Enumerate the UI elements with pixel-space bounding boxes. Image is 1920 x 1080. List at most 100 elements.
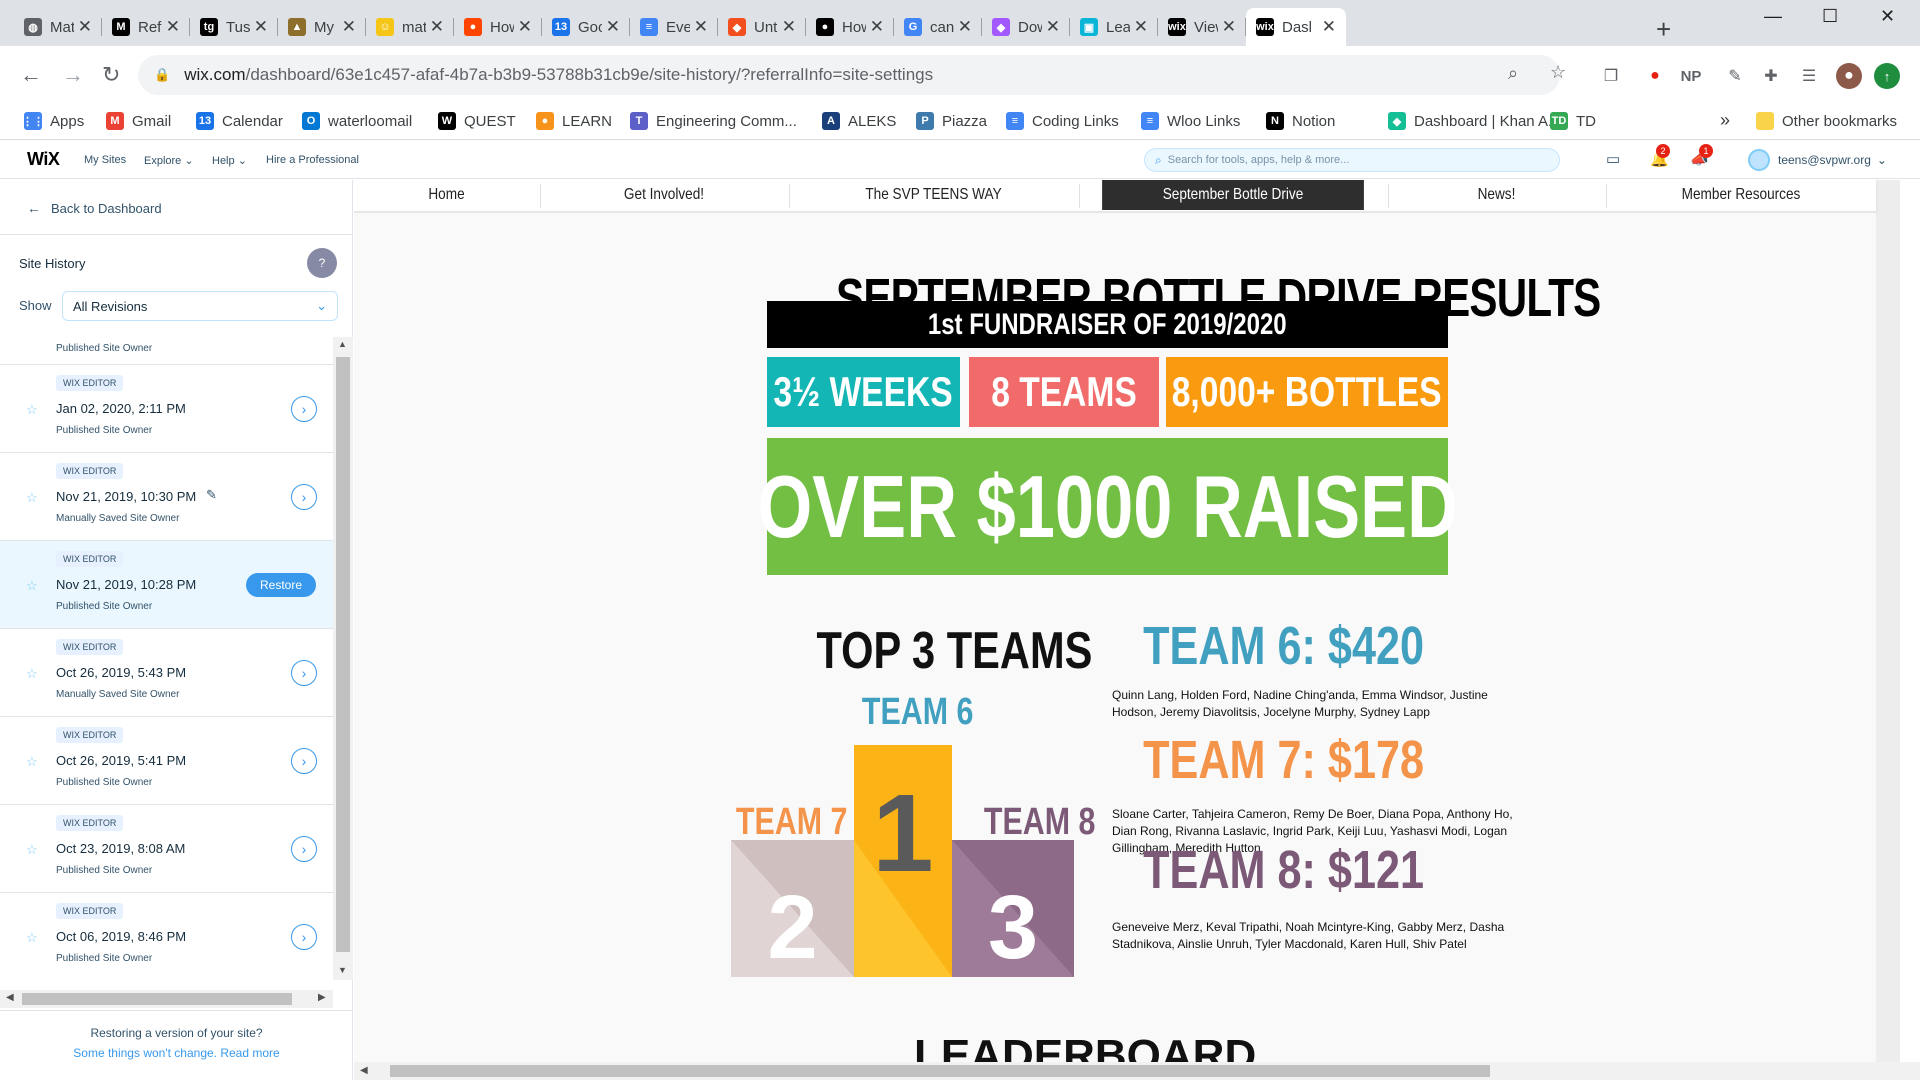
revision-filter-dropdown[interactable]: All Revisions ⌄ — [62, 291, 338, 321]
bookmark-item[interactable]: A ALEKS — [822, 112, 896, 130]
back-to-dashboard-link[interactable]: ← Back to Dashboard — [27, 200, 162, 216]
bookmark-item[interactable]: T Engineering Comm... — [630, 112, 797, 130]
browser-tab[interactable]: ◍ Mat ✕ — [14, 8, 102, 46]
nav-explore[interactable]: Explore ⌄ — [144, 154, 194, 167]
scroll-left-icon[interactable]: ◀ — [360, 1065, 368, 1076]
close-tab-icon[interactable]: ✕ — [166, 17, 180, 37]
site-nav-item[interactable]: Get Involved! — [559, 180, 770, 210]
bookmark-item[interactable]: Owaterloomail — [302, 112, 412, 130]
scroll-up-icon[interactable]: ▲ — [338, 339, 347, 349]
star-icon[interactable]: ☆ — [26, 402, 38, 418]
browser-tab[interactable]: ☺ matl✕ — [366, 8, 454, 46]
scrollbar-thumb[interactable] — [336, 357, 350, 952]
browser-tab[interactable]: ◆ Dow✕ — [982, 8, 1070, 46]
chevron-right-icon[interactable]: › — [291, 748, 317, 774]
browser-tab[interactable]: M Refl✕ — [102, 8, 190, 46]
star-icon[interactable]: ☆ — [26, 490, 38, 506]
other-bookmarks[interactable]: Other bookmarks — [1756, 112, 1897, 130]
bookmark-item[interactable]: P Piazza — [916, 112, 987, 130]
close-tab-icon[interactable]: ✕ — [782, 17, 796, 37]
revision-row[interactable]: WIX EDITOR ☆ Oct 23, 2019, 8:08 AM Publishe… — [0, 805, 333, 893]
star-icon[interactable]: ☆ — [26, 666, 38, 682]
bookmark-item[interactable]: M Gmail — [106, 112, 171, 130]
revision-row[interactable]: WIX EDITOR ☆ Oct 26, 2019, 5:43 PM Manually… — [0, 629, 333, 717]
maximize-icon[interactable]: ☐ — [1822, 6, 1838, 27]
chevron-right-icon[interactable]: › — [291, 484, 317, 510]
bookmark-item[interactable]: W QUEST — [438, 112, 516, 130]
minimize-icon[interactable]: — — [1764, 6, 1782, 27]
bookmark-item[interactable]: 13 Calendar — [196, 112, 283, 130]
close-tab-icon[interactable]: ✕ — [1222, 17, 1236, 37]
browser-tab[interactable]: ▲ My ✕ — [278, 8, 366, 46]
nav-hire-professional[interactable]: Hire a Professional — [266, 154, 359, 166]
chevron-right-icon[interactable]: › — [291, 396, 317, 422]
site-nav-item[interactable]: The SVP TEENS WAY — [811, 180, 1057, 210]
chevron-right-icon[interactable]: › — [291, 924, 317, 950]
nav-help[interactable]: Help ⌄ — [212, 154, 247, 167]
bookmark-item[interactable]: N Notion — [1266, 112, 1335, 130]
close-tab-icon[interactable]: ✕ — [958, 17, 972, 37]
browser-tab[interactable]: 13 Goo✕ — [542, 8, 630, 46]
chevron-right-icon[interactable]: › — [291, 660, 317, 686]
np-extension-icon[interactable]: NP — [1678, 63, 1704, 89]
close-tab-icon[interactable]: ✕ — [1134, 17, 1148, 37]
forward-arrow-icon[interactable]: → — [62, 62, 84, 88]
scrollbar-thumb[interactable] — [390, 1065, 1490, 1077]
close-tab-icon[interactable]: ✕ — [694, 17, 708, 37]
pencil-icon[interactable]: ✎ — [206, 487, 217, 503]
eyedropper-icon[interactable]: ✎ — [1722, 63, 1748, 89]
bookmark-item[interactable]: ● LEARN — [536, 112, 612, 130]
read-more-link[interactable]: Some things won't change. Read more — [0, 1043, 353, 1063]
browser-tab[interactable]: ≡ Ever✕ — [630, 8, 718, 46]
back-arrow-icon[interactable]: ← — [20, 62, 42, 88]
site-nav-item[interactable]: September Bottle Drive — [1102, 180, 1364, 210]
update-icon[interactable]: ↑ — [1874, 63, 1900, 89]
close-tab-icon[interactable]: ✕ — [342, 17, 356, 37]
revision-row[interactable]: WIX EDITOR ☆ Oct 26, 2019, 5:41 PM Publishe… — [0, 717, 333, 805]
bookmark-item[interactable]: ⋮⋮ Apps — [22, 112, 84, 130]
reload-icon[interactable]: ↻ — [102, 62, 120, 88]
browser-tab[interactable]: ▣ Lear✕ — [1070, 8, 1158, 46]
browser-tab[interactable]: ◆ Unti✕ — [718, 8, 806, 46]
close-tab-icon[interactable]: ✕ — [254, 17, 268, 37]
nav-my-sites[interactable]: My Sites — [84, 154, 126, 166]
profile-avatar[interactable]: ● — [1836, 63, 1862, 89]
close-tab-icon[interactable]: ✕ — [518, 17, 532, 37]
site-nav-item[interactable]: Member Resources — [1626, 180, 1856, 210]
revision-list-hscrollbar[interactable]: ◀ ▶ — [0, 990, 333, 1008]
scroll-left-icon[interactable]: ◀ — [6, 992, 14, 1003]
close-tab-icon[interactable]: ✕ — [78, 17, 92, 37]
inbox-icon[interactable]: ▭ — [1606, 150, 1620, 168]
revision-row[interactable]: WIX EDITOR ☆ Nov 21, 2019, 10:28 PM Publish… — [0, 541, 333, 629]
browser-tab[interactable]: ● How✕ — [806, 8, 894, 46]
browser-tab[interactable]: tg Tusl✕ — [190, 8, 278, 46]
account-menu[interactable]: teens@svpwr.org ⌄ — [1748, 149, 1887, 171]
wix-search-input[interactable]: ⌕ Search for tools, apps, help & more... — [1144, 148, 1560, 172]
bookmark-item[interactable]: ≡ Wloo Links — [1141, 112, 1240, 130]
star-icon[interactable]: ☆ — [26, 578, 38, 594]
revision-row[interactable]: WIX EDITOR ☆ Nov 21, 2019, 10:30 PM ✎ Manual… — [0, 453, 333, 541]
close-tab-icon[interactable]: ✕ — [870, 17, 884, 37]
star-icon[interactable]: ☆ — [26, 842, 38, 858]
restore-button[interactable]: Restore — [246, 573, 316, 597]
close-window-icon[interactable]: ✕ — [1880, 6, 1895, 27]
address-bar[interactable]: 🔒 wix.com/dashboard/63e1c457-afaf-4b7a-b… — [138, 55, 1560, 95]
bookmark-item[interactable]: ≡ Coding Links — [1006, 112, 1119, 130]
browser-tab[interactable]: ● How✕ — [454, 8, 542, 46]
star-icon[interactable]: ☆ — [26, 930, 38, 946]
close-tab-icon[interactable]: ✕ — [430, 17, 444, 37]
bookmark-item[interactable]: ◆ Dashboard | Khan A... — [1388, 112, 1561, 130]
revision-list-scrollbar[interactable]: ▲ ▼ — [333, 337, 353, 980]
extensions-puzzle-icon[interactable]: ✚ — [1758, 63, 1784, 89]
site-nav-item[interactable]: News! — [1404, 180, 1588, 210]
revision-row[interactable]: WIX EDITOR ☆ Oct 06, 2019, 8:46 PM Publishe… — [0, 893, 333, 980]
close-tab-icon[interactable]: ✕ — [606, 17, 620, 37]
browser-tab[interactable]: Gcant✕ — [894, 8, 982, 46]
wix-logo[interactable]: WiX — [27, 149, 60, 170]
revision-row[interactable]: WIX EDITOR ☆ Jan 02, 2020, 2:11 PM Publishe… — [0, 365, 333, 453]
scroll-right-icon[interactable]: ▶ — [318, 992, 326, 1003]
star-icon[interactable]: ☆ — [26, 754, 38, 770]
scroll-down-icon[interactable]: ▼ — [338, 965, 347, 975]
zoom-icon[interactable]: ⌕ — [1508, 63, 1518, 84]
chevron-right-icon[interactable]: › — [291, 836, 317, 862]
